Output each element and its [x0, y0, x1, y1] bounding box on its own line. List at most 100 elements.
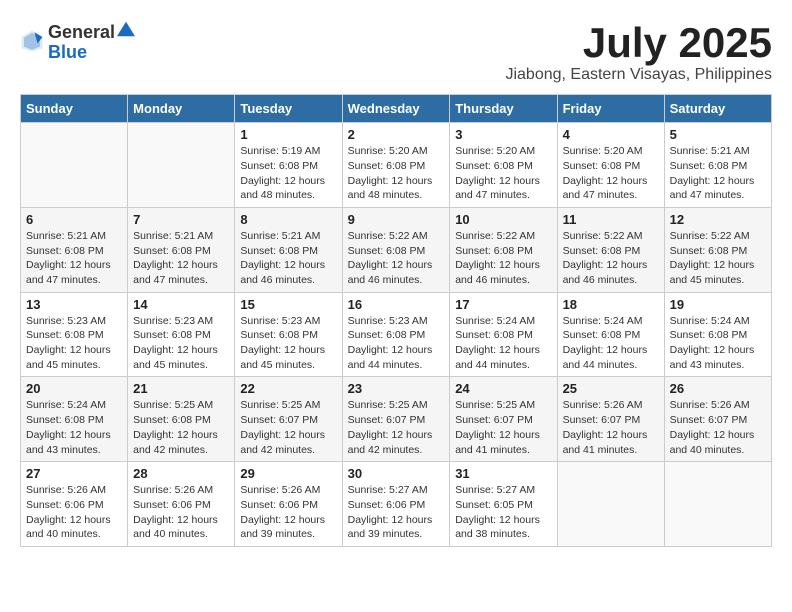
day-detail: Sunrise: 5:26 AM Sunset: 6:06 PM Dayligh…	[133, 483, 229, 542]
day-detail: Sunrise: 5:24 AM Sunset: 6:08 PM Dayligh…	[670, 314, 766, 373]
logo-triangle-icon	[117, 20, 135, 38]
header-tuesday: Tuesday	[235, 95, 342, 123]
calendar-cell: 17Sunrise: 5:24 AM Sunset: 6:08 PM Dayli…	[450, 292, 557, 377]
calendar-cell: 24 Sunrise: 5:25 AM Sunset: 6:07 PM Dayli…	[450, 377, 557, 462]
calendar-cell: 30Sunrise: 5:27 AM Sunset: 6:06 PM Dayli…	[342, 462, 450, 547]
day-number: 29	[240, 466, 336, 481]
calendar-cell	[128, 123, 235, 208]
day-detail: Sunrise: 5:24 AM Sunset: 6:08 PM Dayligh…	[563, 314, 659, 373]
day-number: 25	[563, 381, 659, 396]
calendar-cell: 31 Sunrise: 5:27 AM Sunset: 6:05 PM Dayli…	[450, 462, 557, 547]
header-sunday: Sunday	[21, 95, 128, 123]
day-detail: Sunrise: 5:19 AM Sunset: 6:08 PM Dayligh…	[240, 144, 336, 203]
calendar-cell: 8Sunrise: 5:21 AM Sunset: 6:08 PM Daylig…	[235, 207, 342, 292]
calendar-table: SundayMondayTuesdayWednesdayThursdayFrid…	[20, 94, 772, 547]
day-number: 31	[455, 466, 551, 481]
day-detail: Sunrise: 5:25 AM Sunset: 6:07 PM Dayligh…	[240, 398, 336, 457]
calendar-cell: 27 Sunrise: 5:26 AM Sunset: 6:06 PM Dayli…	[21, 462, 128, 547]
calendar-cell: 26 Sunrise: 5:26 AM Sunset: 6:07 PM Dayli…	[664, 377, 771, 462]
calendar-cell: 9Sunrise: 5:22 AM Sunset: 6:08 PM Daylig…	[342, 207, 450, 292]
day-number: 22	[240, 381, 336, 396]
header-wednesday: Wednesday	[342, 95, 450, 123]
day-number: 2	[348, 127, 445, 142]
calendar-cell: 29 Sunrise: 5:26 AM Sunset: 6:06 PM Dayli…	[235, 462, 342, 547]
day-detail: Sunrise: 5:24 AM Sunset: 6:08 PM Dayligh…	[455, 314, 551, 373]
calendar-cell: 11 Sunrise: 5:22 AM Sunset: 6:08 PM Dayli…	[557, 207, 664, 292]
day-detail: Sunrise: 5:24 AM Sunset: 6:08 PM Dayligh…	[26, 398, 122, 457]
day-detail: Sunrise: 5:22 AM Sunset: 6:08 PM Dayligh…	[670, 229, 766, 288]
day-number: 24	[455, 381, 551, 396]
day-detail: Sunrise: 5:25 AM Sunset: 6:07 PM Dayligh…	[455, 398, 551, 457]
calendar-week-row: 1 Sunrise: 5:19 AM Sunset: 6:08 PM Daylig…	[21, 123, 772, 208]
day-detail: Sunrise: 5:22 AM Sunset: 6:08 PM Dayligh…	[563, 229, 659, 288]
day-detail: Sunrise: 5:26 AM Sunset: 6:06 PM Dayligh…	[240, 483, 336, 542]
day-number: 14	[133, 297, 229, 312]
day-number: 7	[133, 212, 229, 227]
day-detail: Sunrise: 5:23 AM Sunset: 6:08 PM Dayligh…	[133, 314, 229, 373]
day-detail: Sunrise: 5:26 AM Sunset: 6:07 PM Dayligh…	[563, 398, 659, 457]
day-number: 3	[455, 127, 551, 142]
header-friday: Friday	[557, 95, 664, 123]
day-detail: Sunrise: 5:26 AM Sunset: 6:07 PM Dayligh…	[670, 398, 766, 457]
calendar-cell: 15 Sunrise: 5:23 AM Sunset: 6:08 PM Dayli…	[235, 292, 342, 377]
day-number: 26	[670, 381, 766, 396]
day-number: 11	[563, 212, 659, 227]
calendar-cell	[21, 123, 128, 208]
day-detail: Sunrise: 5:27 AM Sunset: 6:05 PM Dayligh…	[455, 483, 551, 542]
calendar-cell: 12Sunrise: 5:22 AM Sunset: 6:08 PM Dayli…	[664, 207, 771, 292]
calendar-header-row: SundayMondayTuesdayWednesdayThursdayFrid…	[21, 95, 772, 123]
day-number: 9	[348, 212, 445, 227]
calendar-cell	[557, 462, 664, 547]
day-detail: Sunrise: 5:25 AM Sunset: 6:07 PM Dayligh…	[348, 398, 445, 457]
day-number: 21	[133, 381, 229, 396]
day-detail: Sunrise: 5:25 AM Sunset: 6:08 PM Dayligh…	[133, 398, 229, 457]
day-number: 6	[26, 212, 122, 227]
header-monday: Monday	[128, 95, 235, 123]
logo-blue: Blue	[48, 42, 87, 62]
day-detail: Sunrise: 5:27 AM Sunset: 6:06 PM Dayligh…	[348, 483, 445, 542]
day-number: 23	[348, 381, 445, 396]
calendar-week-row: 27 Sunrise: 5:26 AM Sunset: 6:06 PM Dayli…	[21, 462, 772, 547]
header-thursday: Thursday	[450, 95, 557, 123]
day-number: 16	[348, 297, 445, 312]
day-detail: Sunrise: 5:23 AM Sunset: 6:08 PM Dayligh…	[26, 314, 122, 373]
header-saturday: Saturday	[664, 95, 771, 123]
day-number: 27	[26, 466, 122, 481]
calendar-cell: 23 Sunrise: 5:25 AM Sunset: 6:07 PM Dayli…	[342, 377, 450, 462]
day-detail: Sunrise: 5:26 AM Sunset: 6:06 PM Dayligh…	[26, 483, 122, 542]
day-number: 4	[563, 127, 659, 142]
calendar-cell: 14 Sunrise: 5:23 AM Sunset: 6:08 PM Dayli…	[128, 292, 235, 377]
day-detail: Sunrise: 5:23 AM Sunset: 6:08 PM Dayligh…	[240, 314, 336, 373]
day-number: 8	[240, 212, 336, 227]
calendar-cell: 1 Sunrise: 5:19 AM Sunset: 6:08 PM Daylig…	[235, 123, 342, 208]
calendar-cell: 20Sunrise: 5:24 AM Sunset: 6:08 PM Dayli…	[21, 377, 128, 462]
calendar-cell: 13Sunrise: 5:23 AM Sunset: 6:08 PM Dayli…	[21, 292, 128, 377]
calendar-cell: 19Sunrise: 5:24 AM Sunset: 6:08 PM Dayli…	[664, 292, 771, 377]
calendar-cell: 28 Sunrise: 5:26 AM Sunset: 6:06 PM Dayli…	[128, 462, 235, 547]
day-number: 1	[240, 127, 336, 142]
day-detail: Sunrise: 5:21 AM Sunset: 6:08 PM Dayligh…	[26, 229, 122, 288]
calendar-cell: 2 Sunrise: 5:20 AM Sunset: 6:08 PM Daylig…	[342, 123, 450, 208]
calendar-cell: 25 Sunrise: 5:26 AM Sunset: 6:07 PM Dayli…	[557, 377, 664, 462]
day-detail: Sunrise: 5:21 AM Sunset: 6:08 PM Dayligh…	[670, 144, 766, 203]
day-detail: Sunrise: 5:21 AM Sunset: 6:08 PM Dayligh…	[133, 229, 229, 288]
day-number: 10	[455, 212, 551, 227]
calendar-cell: 18 Sunrise: 5:24 AM Sunset: 6:08 PM Dayli…	[557, 292, 664, 377]
day-detail: Sunrise: 5:20 AM Sunset: 6:08 PM Dayligh…	[348, 144, 445, 203]
calendar-cell: 21 Sunrise: 5:25 AM Sunset: 6:08 PM Dayli…	[128, 377, 235, 462]
calendar-cell: 5Sunrise: 5:21 AM Sunset: 6:08 PM Daylig…	[664, 123, 771, 208]
day-number: 18	[563, 297, 659, 312]
title-area: July 2025 Jiabong, Eastern Visayas, Phil…	[505, 20, 772, 84]
logo-icon	[20, 29, 44, 53]
day-number: 28	[133, 466, 229, 481]
day-number: 15	[240, 297, 336, 312]
calendar-cell: 4Sunrise: 5:20 AM Sunset: 6:08 PM Daylig…	[557, 123, 664, 208]
calendar-week-row: 6 Sunrise: 5:21 AM Sunset: 6:08 PM Daylig…	[21, 207, 772, 292]
calendar-week-row: 13Sunrise: 5:23 AM Sunset: 6:08 PM Dayli…	[21, 292, 772, 377]
calendar-week-row: 20Sunrise: 5:24 AM Sunset: 6:08 PM Dayli…	[21, 377, 772, 462]
calendar-cell	[664, 462, 771, 547]
calendar-cell: 22 Sunrise: 5:25 AM Sunset: 6:07 PM Dayli…	[235, 377, 342, 462]
page-title: July 2025	[505, 20, 772, 66]
calendar-cell: 6 Sunrise: 5:21 AM Sunset: 6:08 PM Daylig…	[21, 207, 128, 292]
day-detail: Sunrise: 5:22 AM Sunset: 6:08 PM Dayligh…	[455, 229, 551, 288]
